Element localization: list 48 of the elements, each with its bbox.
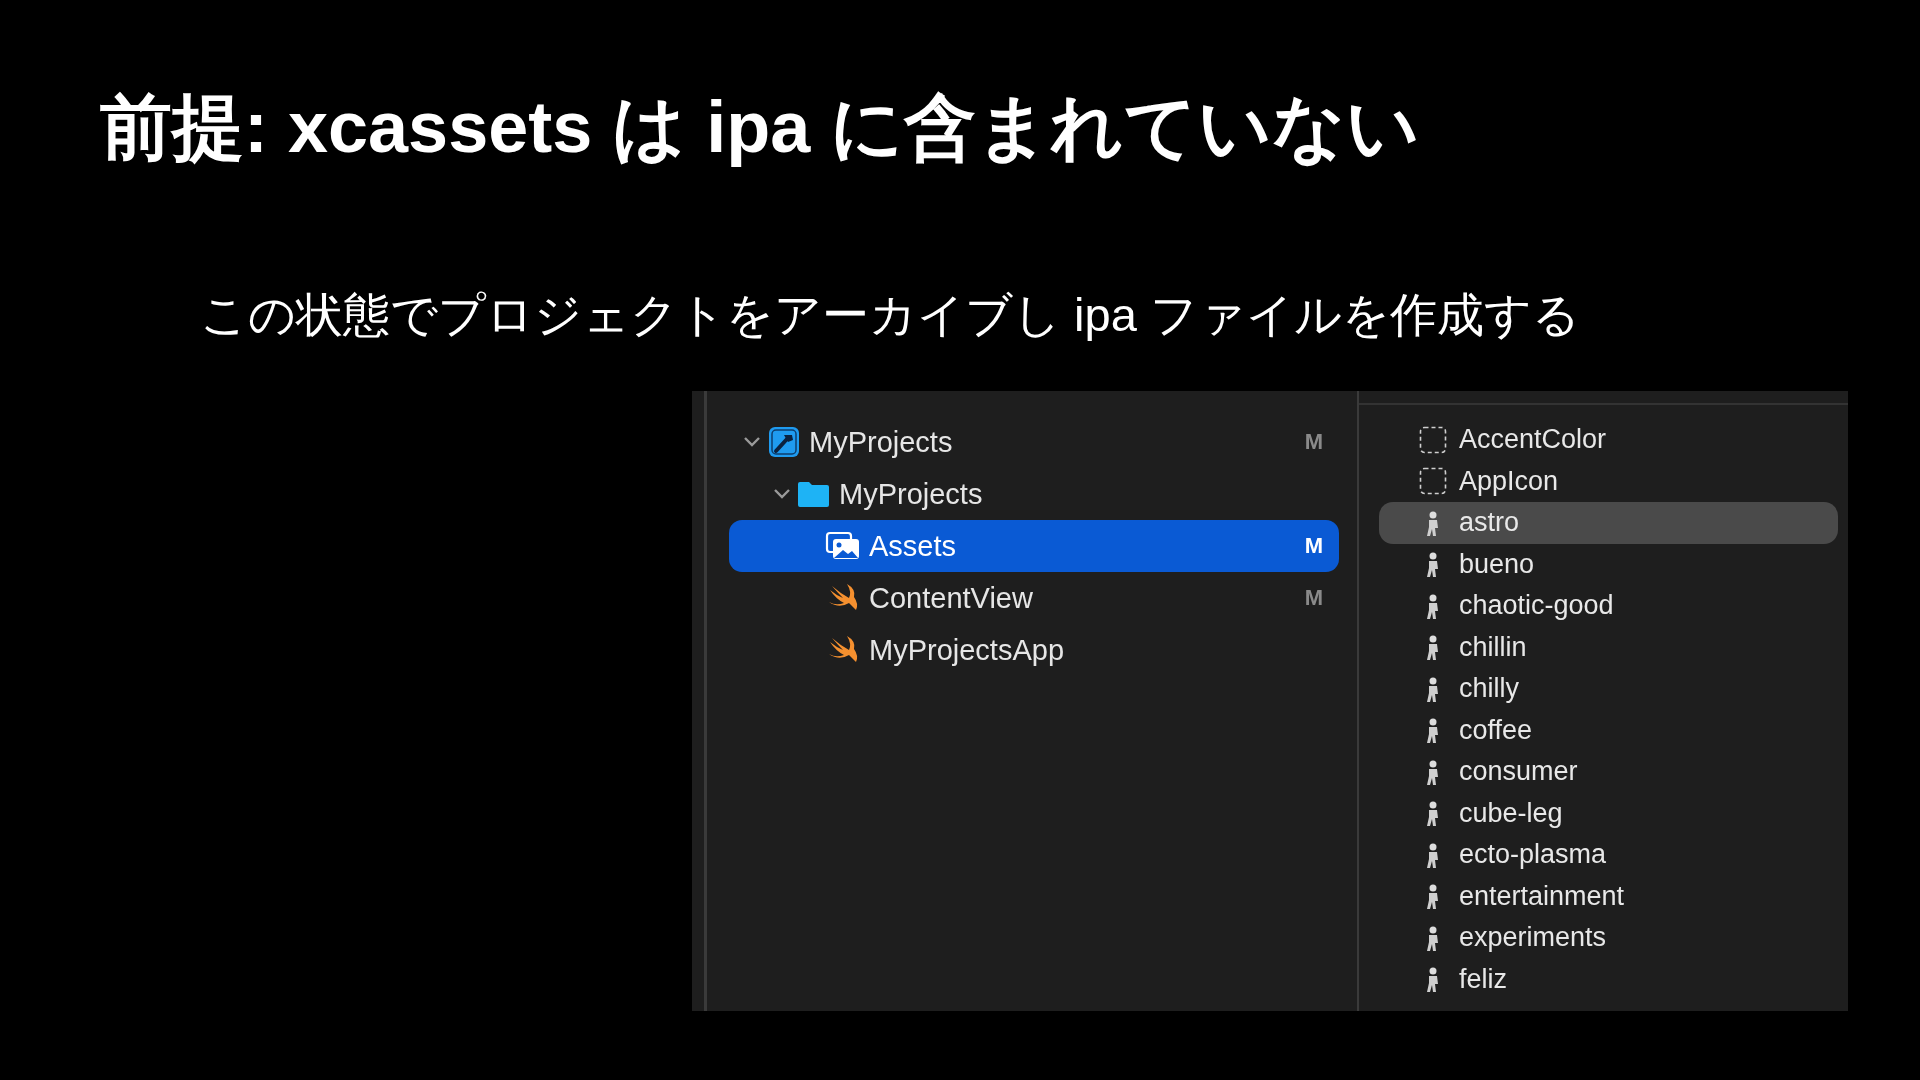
file-name: MyProjectsApp (869, 633, 1065, 667)
asset-row[interactable]: bueno (1379, 543, 1838, 585)
slide-subtitle: この状態でプロジェクトをアーカイブし ipa ファイルを作成する (200, 287, 1580, 343)
status-letter: M (1304, 585, 1323, 611)
dashed-square-icon (1419, 425, 1447, 454)
tree-row[interactable]: ContentView M (729, 572, 1339, 624)
asset-row[interactable]: experiments (1379, 917, 1838, 959)
asset-name: coffee (1459, 714, 1533, 746)
asset-name: ecto-plasma (1459, 839, 1607, 871)
asset-name: chilly (1459, 673, 1519, 705)
asset-row[interactable]: chilly (1379, 668, 1838, 710)
slide-title: 前提: xcassets は ipa に含まれていない (100, 86, 1421, 169)
status-letter: M (1304, 533, 1323, 559)
asset-row[interactable]: feliz (1379, 958, 1838, 1000)
file-name: Assets (869, 529, 958, 563)
file-name: MyProjects (839, 477, 984, 511)
asset-row[interactable]: AppIcon (1379, 460, 1838, 502)
asset-row[interactable]: ecto-plasma (1379, 834, 1838, 876)
asset-name: AccentColor (1459, 424, 1607, 456)
tree-row[interactable]: MyProjects M (729, 416, 1339, 468)
asset-name: chillin (1459, 631, 1527, 663)
asset-name: bueno (1459, 548, 1535, 580)
asset-name: chaotic-good (1459, 590, 1614, 622)
asset-row[interactable]: chaotic-good (1379, 585, 1838, 627)
asset-row[interactable]: astro (1379, 502, 1838, 544)
asset-name: entertainment (1459, 880, 1625, 912)
asset-name: feliz (1459, 963, 1507, 995)
asset-name: experiments (1459, 922, 1607, 954)
tree-row[interactable]: MyProjects (729, 468, 1339, 520)
asset-row[interactable]: chillin (1379, 626, 1838, 668)
dashed-square-icon (1419, 467, 1447, 496)
status-letter: M (1304, 429, 1323, 455)
file-name: MyProjects (809, 425, 954, 459)
asset-name: astro (1459, 507, 1520, 539)
asset-name: AppIcon (1459, 465, 1559, 497)
asset-row[interactable]: entertainment (1379, 875, 1838, 917)
asset-name: cube-leg (1459, 797, 1563, 829)
asset-name: consumer (1459, 756, 1578, 788)
tree-row[interactable]: MyProjectsApp (729, 624, 1339, 676)
asset-row[interactable]: coffee (1379, 709, 1838, 751)
file-name: ContentView (869, 581, 1034, 615)
asset-row[interactable]: AccentColor (1379, 419, 1838, 461)
chevron-down-icon[interactable] (741, 435, 763, 449)
image-stack-icon (825, 530, 861, 562)
chevron-down-icon[interactable] (771, 487, 793, 501)
asset-row[interactable]: consumer (1379, 751, 1838, 793)
tree-row[interactable]: Assets M (729, 520, 1339, 572)
asset-row[interactable]: cube-leg (1379, 792, 1838, 834)
